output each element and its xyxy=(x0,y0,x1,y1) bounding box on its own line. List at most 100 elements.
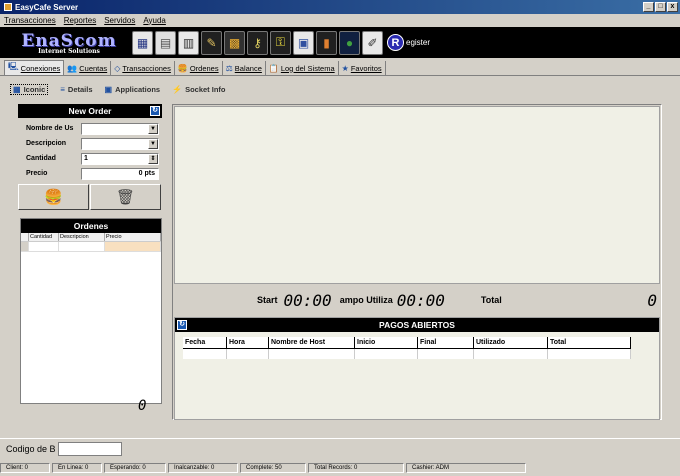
user-select[interactable]: ▼ xyxy=(81,122,159,135)
tiempo-label: ampo Utiliza xyxy=(339,295,393,305)
col-nombre-host[interactable]: Nombre de Host xyxy=(269,337,355,348)
menu-ayuda[interactable]: Ayuda xyxy=(143,16,166,25)
timers-bar: Start 00:00 ampo Utiliza 00:00 Total 0 xyxy=(173,287,661,313)
cell xyxy=(548,349,631,359)
app-icon xyxy=(4,3,12,11)
clients-icon[interactable]: ▦ xyxy=(132,30,153,55)
menu-servidos[interactable]: Servidos xyxy=(104,16,135,25)
tab-ordenes[interactable]: 🍔 Ordenes xyxy=(175,61,223,75)
row-selector[interactable] xyxy=(21,242,29,252)
col-hora[interactable]: Hora xyxy=(227,337,269,348)
note-icon[interactable]: ✐ xyxy=(362,30,383,55)
orders-total: 0 xyxy=(138,398,147,414)
tab-applications[interactable]: ▣ Applications xyxy=(105,85,161,94)
orders-list: Ordenes Cantidad Descripcion Precio xyxy=(20,218,162,404)
cell xyxy=(269,349,355,359)
quantity-value: 1 xyxy=(84,154,88,162)
close-button[interactable]: x xyxy=(667,2,678,12)
refresh-icon[interactable]: ↻ xyxy=(177,320,187,330)
table-row[interactable] xyxy=(183,349,631,359)
refresh-icon[interactable]: ↻ xyxy=(150,106,160,116)
delete-order-button[interactable]: 🗑 xyxy=(90,184,161,210)
tab-balance[interactable]: ⚖ Balance xyxy=(223,61,266,75)
field-row-price: Precio 0 pts xyxy=(18,166,162,181)
tab-conexiones[interactable]: 🖳 Conexiones xyxy=(4,60,65,75)
description-select[interactable]: ▼ xyxy=(81,137,159,150)
tab-transacciones[interactable]: ◇ Transacciones xyxy=(111,61,175,75)
screen-icon[interactable]: ▣ xyxy=(293,30,314,55)
status-en-linea: En Linea: 0 xyxy=(52,463,102,473)
status-bar: Client: 0 En Linea: 0 Esperando: 0 Inalc… xyxy=(0,462,680,474)
barcode-bar: Codigo de B xyxy=(0,438,680,458)
tab-log-del-sistema[interactable]: 📋 Log del Sistema xyxy=(266,61,339,75)
status-total-records: Total Records: 0 xyxy=(308,463,404,473)
key-icon[interactable]: ⚿ xyxy=(270,30,291,55)
menu-reportes[interactable]: Reportes xyxy=(64,16,96,25)
pagos-header: ↻ PAGOS ABIERTOS xyxy=(175,318,659,332)
applications-icon: ▣ xyxy=(104,84,113,94)
window-title: EasyCafe Server xyxy=(15,2,79,12)
tab-label: Conexiones xyxy=(20,63,61,73)
globe-icon[interactable]: ● xyxy=(339,30,360,55)
description-label: Descripcion xyxy=(26,140,67,147)
col-total[interactable]: Total xyxy=(548,337,631,348)
price-field[interactable]: 0 pts xyxy=(81,167,159,180)
keys-icon[interactable]: ⚷ xyxy=(247,30,268,55)
tab-socket-info[interactable]: ⚡ Socket Info xyxy=(172,85,225,94)
col-cantidad[interactable]: Cantidad xyxy=(29,233,59,241)
col-fecha[interactable]: Fecha xyxy=(183,337,227,348)
tab-cuentas[interactable]: 👥 Cuentas xyxy=(64,61,112,75)
chevron-down-icon[interactable]: ▼ xyxy=(148,138,158,149)
col-final[interactable]: Final xyxy=(418,337,474,348)
diamond-icon: ◇ xyxy=(114,63,121,73)
field-row-quantity: Cantidad 1 ⇕ xyxy=(18,151,162,166)
minimize-button[interactable]: _ xyxy=(643,2,654,12)
quantity-label: Cantidad xyxy=(26,155,56,162)
tab-iconic[interactable]: ▦ Iconic xyxy=(10,83,49,95)
col-precio[interactable]: Precio xyxy=(105,233,161,241)
menu-transacciones[interactable]: Transacciones xyxy=(4,16,56,25)
tiempo-value: 00:00 xyxy=(396,290,445,310)
chevron-down-icon[interactable]: ▼ xyxy=(148,123,158,134)
scale-icon: ⚖ xyxy=(225,63,233,73)
table-row[interactable] xyxy=(21,242,161,252)
tab-label: Balance xyxy=(234,63,262,73)
status-complete: Complete: 50 xyxy=(240,463,306,473)
add-order-button[interactable]: 🍔 xyxy=(18,184,89,210)
new-order-header: New Order ↻ xyxy=(18,104,162,118)
title-bar[interactable]: EasyCafe Server _ □ x xyxy=(0,0,680,14)
field-row-user: Nombre de Us ▼ xyxy=(18,121,162,136)
price-label: Precio xyxy=(26,170,48,177)
barcode-input[interactable] xyxy=(57,441,122,456)
tab-label: Ordenes xyxy=(189,63,219,73)
col-descripcion[interactable]: Descripcion xyxy=(59,233,105,241)
tab-favoritos[interactable]: ★ Favoritos xyxy=(339,61,386,75)
col-utilizado[interactable]: Utilizado xyxy=(474,337,548,348)
tools-icon[interactable]: ▤ xyxy=(155,30,176,55)
new-order-title: New Order xyxy=(68,106,112,116)
pagos-title: PAGOS ABIERTOS xyxy=(379,320,455,330)
log-icon: 📋 xyxy=(268,63,279,73)
total-value: 0 xyxy=(647,290,657,310)
config-icon[interactable]: ✎ xyxy=(201,30,222,55)
report-icon[interactable]: ▥ xyxy=(178,30,199,55)
tab-details[interactable]: ≡ Details xyxy=(60,85,92,94)
status-client: Client: 0 xyxy=(0,463,50,473)
new-order-panel: New Order ↻ Nombre de Us ▼ Descripcion ▼… xyxy=(18,104,162,424)
book-icon[interactable]: ▮ xyxy=(316,30,337,55)
tab-label: Applications xyxy=(115,84,161,94)
spin-icon[interactable]: ⇕ xyxy=(148,153,158,164)
clients-view[interactable] xyxy=(174,106,660,284)
cafe-icon[interactable]: ▩ xyxy=(224,30,245,55)
tab-label: Iconic xyxy=(23,84,46,94)
cell xyxy=(355,349,418,359)
quantity-stepper[interactable]: 1 ⇕ xyxy=(81,152,159,165)
burger-icon: 🍔 xyxy=(44,189,63,206)
col-inicio[interactable]: Inicio xyxy=(355,337,418,348)
register-button[interactable]: R egister xyxy=(387,34,430,51)
status-inalcanzable: Inalcanzable: 0 xyxy=(168,463,238,473)
total-label: Total xyxy=(480,295,502,305)
maximize-button[interactable]: □ xyxy=(655,2,666,12)
cell xyxy=(418,349,474,359)
cell xyxy=(59,242,105,252)
